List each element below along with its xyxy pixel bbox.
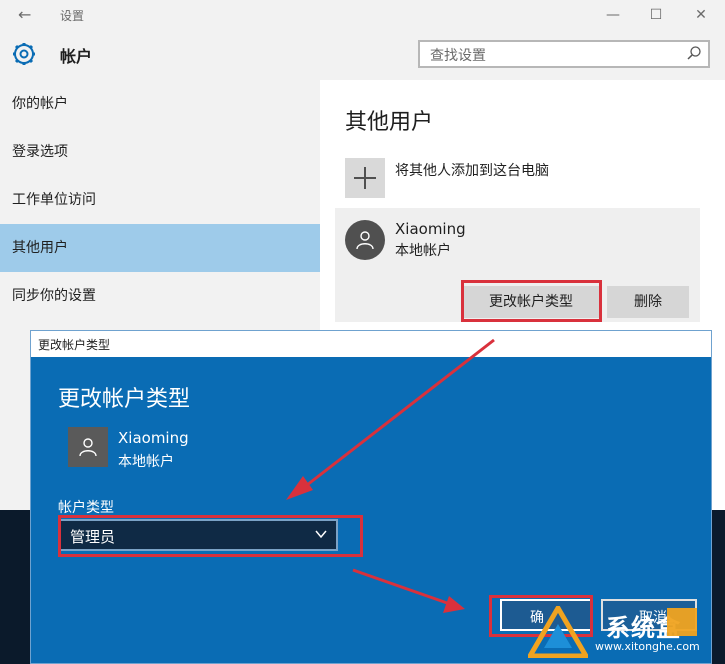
watermark-url: www.xitonghe.com xyxy=(595,640,700,653)
window-title: 设置 xyxy=(60,9,85,23)
dialog-user-name: Xiaoming xyxy=(118,429,189,447)
dialog-heading: 更改帐户类型 xyxy=(58,387,191,412)
minimize-icon[interactable]: — xyxy=(604,7,622,23)
close-icon[interactable]: ✕ xyxy=(692,7,710,23)
sidebar-item-sign-in-options[interactable]: 登录选项 xyxy=(0,128,320,176)
sidebar-item-sync-settings[interactable]: 同步你的设置 xyxy=(0,272,320,320)
page-title: 帐户 xyxy=(60,47,93,66)
user-account-type: 本地帐户 xyxy=(395,243,451,259)
dialog-window-title: 更改帐户类型 xyxy=(38,338,111,352)
avatar xyxy=(345,220,385,260)
sidebar-item-other-users[interactable]: 其他用户 xyxy=(0,224,320,272)
add-user-button[interactable] xyxy=(345,158,385,198)
back-arrow-icon[interactable]: ← xyxy=(18,5,31,24)
watermark-logo xyxy=(528,606,588,658)
sidebar-item-your-account[interactable]: 你的帐户 xyxy=(0,80,320,128)
add-user-label[interactable]: 将其他人添加到这台电脑 xyxy=(395,160,549,180)
delete-button[interactable]: 删除 xyxy=(607,286,689,318)
gear-icon xyxy=(13,43,35,65)
dialog-avatar xyxy=(68,427,108,467)
user-icon xyxy=(356,231,374,250)
maximize-icon[interactable]: ☐ xyxy=(647,7,665,23)
highlight-box xyxy=(58,515,363,557)
plus-icon-bar xyxy=(354,177,376,179)
watermark-box-icon xyxy=(667,608,697,636)
highlight-box xyxy=(461,280,602,322)
section-title: 其他用户 xyxy=(345,110,434,135)
search-input[interactable] xyxy=(428,46,682,66)
user-card[interactable]: Xiaoming 本地帐户 更改帐户类型 删除 xyxy=(335,208,700,322)
user-icon xyxy=(79,438,97,457)
dialog-title-bar: 更改帐户类型 xyxy=(31,331,711,357)
account-type-label: 帐户类型 xyxy=(58,500,114,516)
sidebar-item-work-access[interactable]: 工作单位访问 xyxy=(0,176,320,224)
search-box[interactable] xyxy=(418,40,710,68)
user-name: Xiaoming xyxy=(395,220,466,238)
search-icon[interactable] xyxy=(686,45,702,61)
dialog-user-account-type: 本地帐户 xyxy=(118,454,174,470)
